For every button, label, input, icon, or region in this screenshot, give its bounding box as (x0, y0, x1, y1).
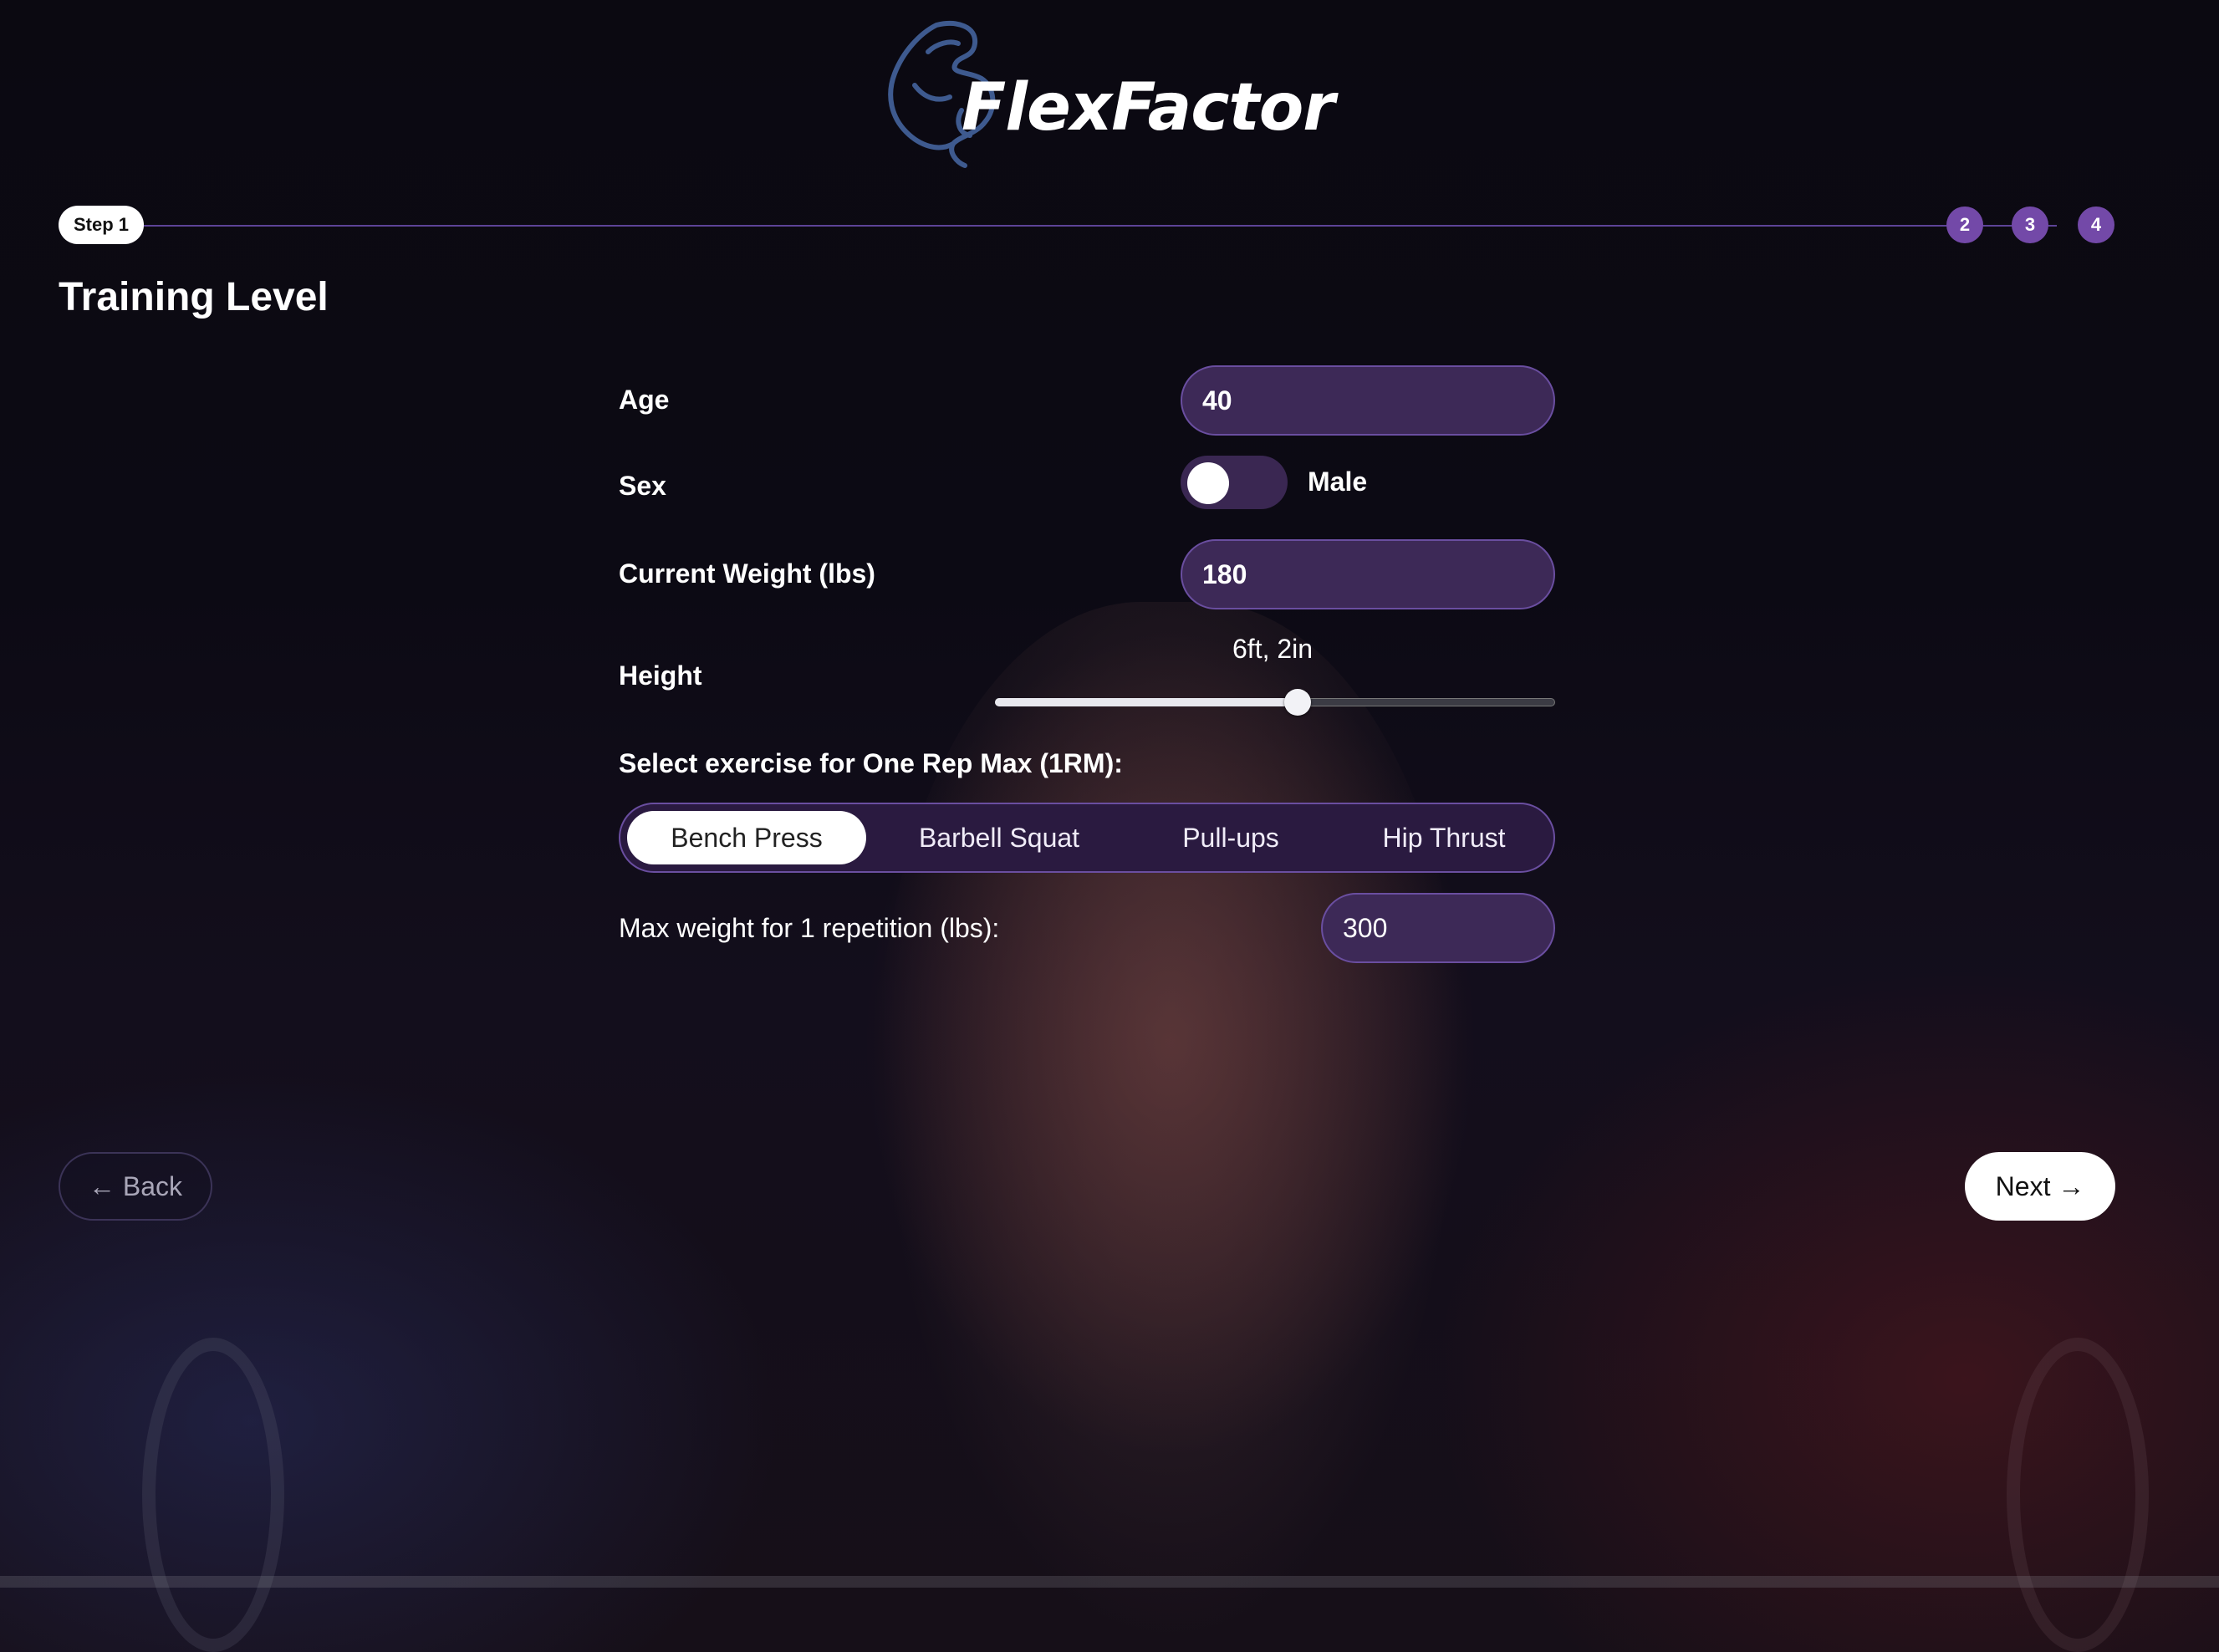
sex-value-label: Male (1308, 467, 1368, 497)
progress-stepper: Step 1 2 3 4 (59, 203, 2115, 247)
exercise-option-bench-press[interactable]: Bench Press (627, 811, 866, 864)
back-button[interactable]: ← Back (59, 1152, 212, 1221)
page-title: Training Level (59, 275, 329, 319)
step-2-dot[interactable]: 2 (1946, 206, 1983, 243)
barbell (0, 1576, 2219, 1588)
exercise-selector: Bench Press Barbell Squat Pull-ups Hip T… (619, 803, 1555, 873)
next-button[interactable]: Next → (1965, 1152, 2115, 1221)
weight-plate-left (142, 1338, 284, 1652)
toggle-knob (1187, 462, 1229, 504)
exercise-option-barbell-squat[interactable]: Barbell Squat (875, 811, 1123, 864)
sex-label: Sex (619, 471, 666, 501)
height-value-display: 6ft, 2in (1232, 634, 1314, 664)
age-label: Age (619, 385, 670, 415)
stepper-line (142, 225, 2057, 227)
brand-wordmark: FlexFactor (962, 70, 1335, 145)
step-3-dot[interactable]: 3 (2012, 206, 2048, 243)
step-4-dot[interactable]: 4 (2078, 206, 2114, 243)
step-current-badge: Step 1 (59, 206, 145, 244)
max-weight-input[interactable]: 300 (1321, 893, 1555, 963)
height-label: Height (619, 660, 702, 691)
weight-input[interactable]: 180 (1181, 539, 1555, 609)
exercise-select-label: Select exercise for One Rep Max (1RM): (619, 748, 1123, 778)
brand-logo: FlexFactor (878, 18, 1346, 177)
exercise-option-hip-thrust[interactable]: Hip Thrust (1339, 811, 1548, 864)
age-input[interactable]: 40 (1181, 365, 1555, 436)
height-slider[interactable] (995, 686, 1555, 719)
exercise-option-pull-ups[interactable]: Pull-ups (1132, 811, 1329, 864)
slider-thumb[interactable] (1284, 689, 1311, 716)
weight-plate-right (2007, 1338, 2149, 1652)
slider-fill (995, 698, 1298, 706)
weight-label: Current Weight (lbs) (619, 558, 875, 589)
sex-toggle[interactable] (1181, 456, 1288, 509)
max-weight-label: Max weight for 1 repetition (lbs): (619, 913, 1000, 943)
